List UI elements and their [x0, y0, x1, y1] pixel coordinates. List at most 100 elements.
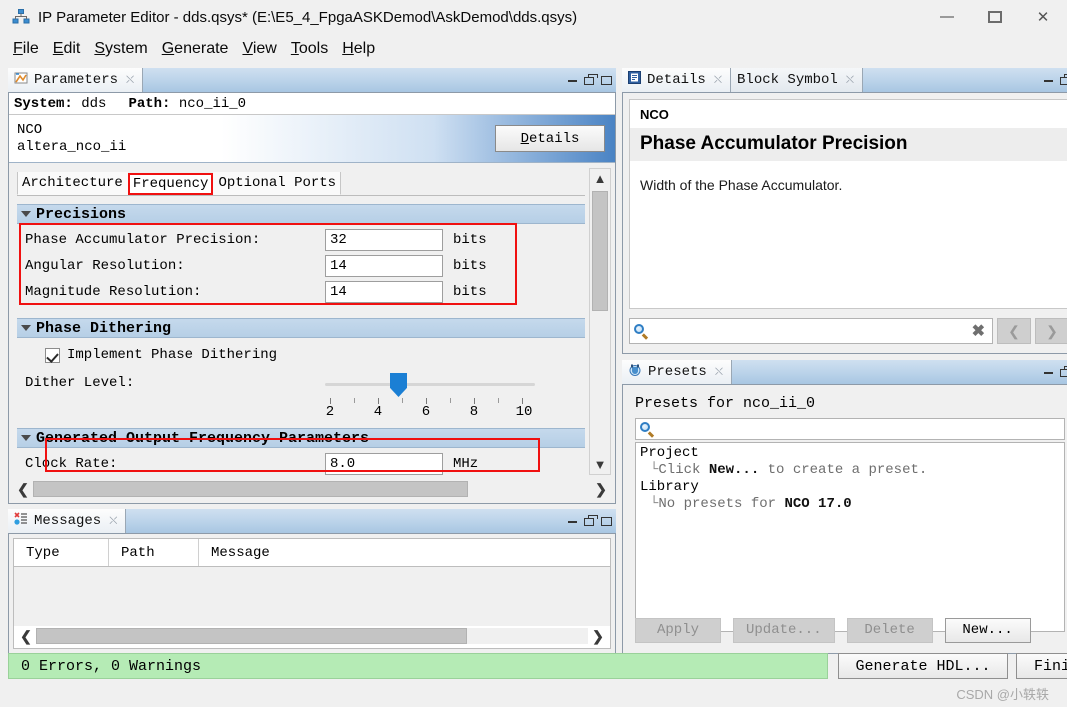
presets-search-input[interactable]	[654, 420, 1060, 438]
presets-tabbar: Presets ⛌	[622, 360, 1067, 385]
menu-system[interactable]: System	[87, 38, 154, 60]
details-minimize-icon[interactable]	[1044, 79, 1053, 82]
new-button[interactable]: New...	[944, 617, 1031, 643]
parameters-minimize-icon[interactable]	[568, 79, 577, 82]
tab-messages[interactable]: Messages ⛌	[8, 509, 127, 533]
tab-block-symbol-close-icon[interactable]: ⛌	[846, 74, 854, 87]
parameters-panel-controls	[568, 68, 612, 93]
update-button[interactable]: Update...	[733, 617, 835, 643]
messages-table-rows	[14, 567, 610, 626]
menu-file[interactable]: File	[6, 38, 46, 60]
messages-scroll-left-icon[interactable]: ❮	[16, 628, 36, 645]
apply-button[interactable]: Apply	[635, 617, 721, 643]
generate-hdl-button[interactable]: Generate HDL...	[838, 653, 1008, 679]
messages-horizontal-scrollbar[interactable]: ❮ ❯	[16, 625, 608, 647]
horizontal-scroll-thumb[interactable]	[33, 481, 469, 497]
finish-button[interactable]: Finish	[1016, 653, 1067, 679]
details-next-button[interactable]: ❯	[1035, 318, 1067, 344]
row-implement-phase-dithering[interactable]: Implement Phase Dithering	[17, 343, 585, 367]
menu-edit[interactable]: Edit	[46, 38, 88, 60]
menu-edit-label: dit	[63, 40, 81, 57]
messages-maximize-icon[interactable]	[601, 517, 612, 526]
details-search-input[interactable]	[648, 322, 969, 340]
input-angular-resolution[interactable]: 14	[325, 255, 443, 277]
input-magnitude-resolution[interactable]: 14	[325, 281, 443, 303]
parameters-vertical-scrollbar[interactable]: ▲ ▼	[589, 168, 611, 475]
label-dither-level: Dither Level:	[25, 375, 135, 391]
parameters-body: System: dds Path: nco_ii_0 NCO altera_nc…	[8, 93, 616, 504]
tab-details-close-icon[interactable]: ⛌	[714, 74, 722, 87]
tree-node-library[interactable]: Library	[638, 479, 1064, 496]
close-button[interactable]: ✕	[1019, 0, 1067, 34]
group-phase-dithering-header[interactable]: Phase Dithering	[17, 318, 585, 338]
messages-scroll-right-icon[interactable]: ❯	[588, 628, 608, 645]
messages-scroll-thumb[interactable]	[36, 628, 467, 644]
tab-parameters-close-icon[interactable]: ⛌	[126, 74, 134, 87]
details-button[interactable]: Details	[495, 125, 605, 152]
presets-minimize-icon[interactable]	[1044, 371, 1053, 374]
input-phase-accumulator-precision[interactable]: 32	[325, 229, 443, 251]
column-type[interactable]: Type	[14, 539, 109, 566]
collapse-triangle-icon[interactable]	[21, 211, 31, 217]
input-clock-rate[interactable]: 8.0	[325, 453, 443, 475]
parameters-restore-icon[interactable]	[584, 73, 598, 85]
clear-icon[interactable]: ✖	[969, 321, 988, 341]
row-angular-resolution: Angular Resolution: 14 bits	[17, 253, 585, 279]
column-message[interactable]: Message	[199, 539, 610, 566]
presets-search-box[interactable]	[635, 418, 1065, 440]
parameters-maximize-icon[interactable]	[601, 76, 612, 85]
scroll-up-icon[interactable]: ▲	[590, 169, 610, 188]
details-panel-controls	[1044, 68, 1067, 93]
tab-messages-close-icon[interactable]: ⛌	[109, 515, 117, 528]
search-icon	[634, 324, 649, 340]
tab-parameters[interactable]: Parameters ⛌	[8, 68, 144, 92]
delete-button[interactable]: Delete	[846, 617, 933, 643]
tree-node-project-hint: └Click New... to create a preset.	[638, 462, 1064, 479]
parameters-tabbar: Parameters ⛌	[8, 68, 616, 93]
tab-architecture[interactable]: Architecture	[17, 172, 128, 195]
tab-block-symbol[interactable]: Block Symbol ⛌	[731, 68, 864, 92]
menu-tools[interactable]: Tools	[284, 38, 335, 60]
scroll-down-icon[interactable]: ▼	[590, 455, 610, 474]
horizontal-scroll-track[interactable]	[33, 481, 591, 497]
menu-help-label: elp	[353, 40, 376, 57]
details-search-box[interactable]: ✖	[629, 318, 993, 344]
minimize-button[interactable]	[923, 0, 971, 34]
vertical-scroll-thumb[interactable]	[592, 191, 608, 311]
messages-scroll-track[interactable]	[36, 628, 588, 644]
group-precisions-header[interactable]: Precisions	[17, 204, 585, 224]
row-magnitude-resolution: Magnitude Resolution: 14 bits	[17, 279, 585, 305]
search-icon	[640, 422, 655, 438]
presets-restore-icon[interactable]	[1060, 365, 1067, 377]
slider-dither-level[interactable]: 2 4 6 8 10	[325, 371, 561, 423]
details-tabbar: Details ⛌ Block Symbol ⛌	[622, 68, 1067, 93]
menu-help[interactable]: Help	[335, 38, 382, 60]
messages-restore-icon[interactable]	[584, 514, 598, 526]
scroll-right-icon[interactable]: ❯	[591, 481, 611, 498]
messages-table-header: Type Path Message	[14, 539, 610, 567]
maximize-button[interactable]	[971, 0, 1019, 34]
tab-optional-ports[interactable]: Optional Ports	[213, 172, 342, 195]
tab-presets[interactable]: Presets ⛌	[622, 360, 733, 384]
menu-generate[interactable]: Generate	[155, 38, 236, 60]
menu-view[interactable]: View	[235, 38, 283, 60]
slider-thumb[interactable]	[390, 373, 407, 397]
details-restore-icon[interactable]	[1060, 73, 1067, 85]
parameters-horizontal-scrollbar[interactable]: ❮ ❯	[13, 478, 611, 500]
checkbox-implement-phase-dithering[interactable]	[45, 347, 60, 363]
tab-optional-ports-label: Optional Ports	[218, 175, 337, 191]
tree-node-project[interactable]: Project	[638, 445, 1064, 462]
group-generated-output-frequency-header[interactable]: Generated Output Frequency Parameters	[17, 428, 585, 448]
collapse-triangle-icon[interactable]	[21, 325, 31, 331]
details-prev-button[interactable]: ❮	[997, 318, 1031, 344]
messages-minimize-icon[interactable]	[568, 520, 577, 523]
column-path[interactable]: Path	[109, 539, 199, 566]
tab-presets-close-icon[interactable]: ⛌	[715, 366, 723, 379]
collapse-triangle-icon[interactable]	[21, 435, 31, 441]
tab-details[interactable]: Details ⛌	[622, 68, 732, 92]
tab-frequency[interactable]: Frequency	[127, 173, 214, 195]
parameter-tabs: Architecture Frequency Optional Ports	[17, 172, 585, 196]
presets-tree[interactable]: Project └Click New... to create a preset…	[635, 442, 1065, 632]
scroll-left-icon[interactable]: ❮	[13, 481, 33, 498]
slider-track[interactable]	[325, 383, 535, 386]
